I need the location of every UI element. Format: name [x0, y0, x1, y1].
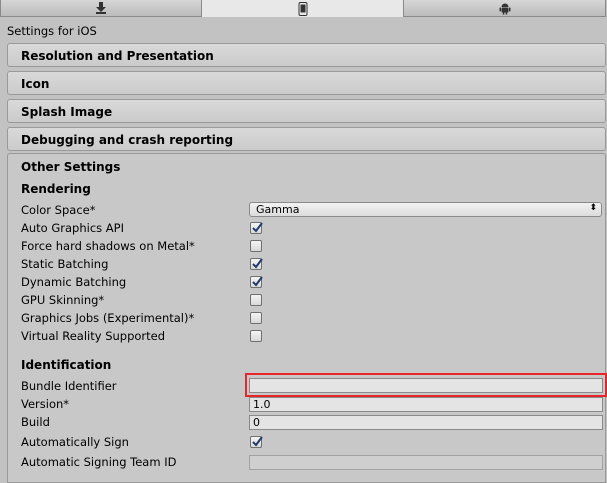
- version-field[interactable]: 1.0: [249, 397, 603, 412]
- virtual-reality-label: Virtual Reality Supported: [21, 329, 166, 343]
- gpu-skinning-label: GPU Skinning*: [21, 293, 105, 307]
- tab-ios[interactable]: [202, 0, 404, 17]
- section-header-other-settings[interactable]: Other Settings: [21, 160, 120, 174]
- gpu-skinning-checkbox[interactable]: [250, 294, 262, 306]
- color-space-value: Gamma: [256, 203, 300, 216]
- dynamic-batching-checkbox[interactable]: [250, 276, 263, 288]
- checkmark-icon: [252, 222, 263, 233]
- rendering-heading: Rendering: [21, 182, 91, 196]
- page-title: Settings for iOS: [7, 24, 97, 38]
- force-hard-shadows-label: Force hard shadows on Metal*: [21, 239, 195, 253]
- tab-android[interactable]: [404, 0, 606, 17]
- section-label: Splash Image: [21, 105, 113, 119]
- highlight-box: [245, 373, 607, 397]
- download-icon: [96, 2, 106, 14]
- dropdown-arrows-icon: ⬍: [589, 203, 597, 213]
- graphics-jobs-label: Graphics Jobs (Experimental)*: [21, 311, 195, 325]
- version-label: Version*: [21, 397, 70, 411]
- team-id-label: Automatic Signing Team ID: [21, 455, 177, 469]
- section-resolution-presentation[interactable]: Resolution and Presentation: [7, 43, 606, 67]
- build-value: 0: [253, 416, 260, 429]
- identification-heading: Identification: [21, 358, 112, 372]
- automatically-sign-label: Automatically Sign: [21, 435, 129, 449]
- dynamic-batching-label: Dynamic Batching: [21, 275, 127, 289]
- color-space-label: Color Space*: [21, 203, 96, 217]
- mobile-phone-icon: [298, 1, 307, 16]
- section-icon[interactable]: Icon: [7, 71, 606, 95]
- checkmark-icon: [252, 258, 263, 269]
- build-label: Build: [21, 415, 50, 429]
- checkmark-icon: [252, 276, 263, 287]
- android-icon: [499, 3, 510, 14]
- force-hard-shadows-checkbox[interactable]: [250, 240, 262, 252]
- static-batching-label: Static Batching: [21, 257, 109, 271]
- section-splash-image[interactable]: Splash Image: [7, 99, 606, 123]
- graphics-jobs-checkbox[interactable]: [250, 312, 262, 324]
- bundle-identifier-label: Bundle Identifier: [21, 379, 117, 393]
- tab-standalone[interactable]: [0, 0, 202, 17]
- version-value: 1.0: [253, 398, 271, 411]
- section-label: Icon: [21, 77, 50, 91]
- automatically-sign-checkbox[interactable]: [250, 436, 263, 448]
- build-field[interactable]: 0: [249, 415, 603, 430]
- section-label: Resolution and Presentation: [21, 49, 214, 63]
- section-debugging[interactable]: Debugging and crash reporting: [7, 127, 606, 151]
- platform-tabs: [0, 0, 607, 18]
- virtual-reality-checkbox[interactable]: [250, 330, 262, 342]
- static-batching-checkbox[interactable]: [250, 258, 263, 270]
- color-space-dropdown[interactable]: Gamma ⬍: [249, 202, 602, 217]
- checkmark-icon: [252, 436, 263, 447]
- auto-graphics-api-checkbox[interactable]: [250, 222, 263, 234]
- auto-graphics-api-label: Auto Graphics API: [21, 221, 124, 235]
- section-label: Debugging and crash reporting: [21, 133, 234, 147]
- team-id-field[interactable]: [249, 455, 603, 470]
